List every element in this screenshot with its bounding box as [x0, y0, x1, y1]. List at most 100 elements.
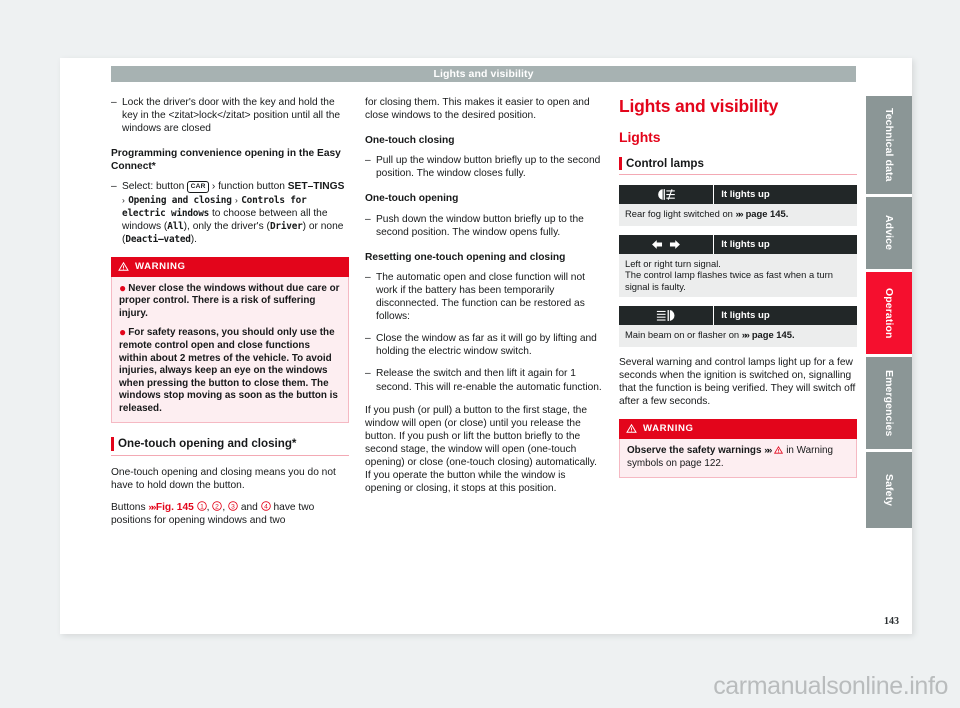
column-left: – Lock the driver's door with the key an…: [111, 96, 349, 527]
list-item-reset-1: – The automatic open and close function …: [365, 271, 603, 323]
para-one-touch-intro: One-touch opening and closing means you …: [111, 466, 336, 491]
table-row-rear-fog-light: It lights up Rear fog light switched on …: [619, 185, 857, 226]
select-text-6: ), only the driver's (: [183, 220, 270, 232]
column-right: Lights and visibility Lights Control lam…: [619, 96, 857, 490]
select-text-4: ›: [232, 194, 241, 205]
warning-bullet-1-text: Never close the windows without due care…: [119, 282, 340, 319]
svg-text:2: 2: [215, 504, 219, 511]
dash-marker: –: [365, 333, 371, 345]
lamp-desc-b: page 145.: [742, 208, 789, 220]
select-text-2: › function button: [209, 181, 288, 193]
turn-signal-icon: [619, 234, 715, 254]
list-item-lock-door: – Lock the driver's door with the key an…: [111, 96, 349, 135]
callout-3: 3: [228, 501, 238, 513]
lamp-row-header: It lights up: [619, 306, 857, 326]
table-row-main-beam: It lights up Main beam on or flasher on …: [619, 306, 857, 348]
tab-advice[interactable]: Advice: [866, 197, 912, 269]
svg-text:3: 3: [231, 504, 235, 511]
lamp-row-header: It lights up: [619, 234, 857, 254]
callout-4: 4: [260, 501, 271, 513]
svg-text:1: 1: [200, 504, 204, 511]
warning-box-body: Observe the safety warnings »» in Warnin…: [619, 439, 857, 479]
option-driver: Driver: [269, 220, 303, 232]
warning-box-safety: WARNING Observe the safety warnings »» i…: [619, 419, 857, 479]
dash-marker: –: [365, 271, 371, 283]
lamp-row-header: It lights up: [619, 185, 857, 205]
reset-3-text: Release the switch and then lift it agai…: [376, 368, 602, 393]
safety-warning-text-1: Observe the safety warnings: [627, 445, 765, 457]
heading-resetting-one-touch: Resetting one-touch opening and closing: [365, 251, 566, 263]
reset-2-text: Close the window as far as it will go by…: [376, 333, 597, 358]
para-continued-from-left: for closing them. This makes it easier t…: [365, 97, 590, 122]
warning-bullet-1: ● Never close the windows without due car…: [119, 280, 341, 321]
para-button-stages: If you push (or pull) a button to the fi…: [365, 404, 597, 495]
lamp-description: Main beam on or flasher on »» page 145.: [619, 325, 857, 348]
tab-operation[interactable]: Operation: [866, 272, 912, 354]
select-text-8: ).: [190, 233, 197, 245]
lamp-status-label: It lights up: [721, 310, 770, 322]
bullet-dot: ●: [119, 280, 127, 295]
chevron-reference-icon: »»: [764, 445, 772, 457]
car-button-icon: CAR: [187, 181, 210, 193]
rear-fog-light-icon: [619, 185, 715, 205]
option-deactivated: Deacti–vated: [125, 233, 191, 245]
dash-marker: –: [365, 368, 371, 380]
tab-safety[interactable]: Safety: [866, 452, 912, 528]
table-row-turn-signal: It lights up Left or right turn signal. …: [619, 234, 857, 298]
lock-door-code: <zitat>lock</zitat>: [168, 110, 251, 122]
sep-3: and: [238, 501, 261, 513]
main-beam-icon: [619, 306, 715, 326]
lamp-status-label: It lights up: [721, 189, 770, 201]
running-header: Lights and visibility: [111, 66, 856, 82]
warning-box-header: WARNING: [619, 419, 857, 440]
heading-programming-convenience: Programming convenience opening in the E…: [111, 148, 341, 173]
chevron-reference-icon: »»: [735, 209, 743, 221]
one-touch-closing-text: Pull up the window button briefly up to …: [376, 155, 601, 180]
tab-emergencies[interactable]: Emergencies: [866, 357, 912, 449]
warning-triangle-icon: [118, 261, 129, 271]
lamp-description: Rear fog light switched on »» page 145.: [619, 204, 857, 226]
dash-marker: –: [111, 181, 117, 193]
list-item-one-touch-closing: – Pull up the window button briefly up t…: [365, 154, 603, 180]
opening-closing-label: Opening and closing: [128, 194, 232, 206]
warning-box-title: WARNING: [643, 423, 694, 435]
section-title-lights: Lights: [619, 129, 661, 145]
one-touch-opening-text: Push down the window button briefly up t…: [376, 213, 584, 238]
list-item-reset-3: – Release the switch and then lift it ag…: [365, 367, 603, 393]
heading-control-lamps: Control lamps: [619, 157, 857, 176]
heading-one-touch-opening: One-touch opening: [365, 193, 459, 205]
list-item-reset-2: – Close the window as far as it will go …: [365, 332, 603, 358]
warning-triangle-icon: [626, 424, 637, 434]
para-control-lamps-info: Several warning and control lamps light …: [619, 357, 856, 408]
dash-marker: –: [365, 213, 371, 225]
page-title: Lights and visibility: [619, 96, 779, 116]
warning-box-header: WARNING: [111, 256, 349, 277]
para-buttons-reference: Buttons »» Fig. 145 1, 2, 3 and 4 have tw…: [111, 501, 349, 527]
list-item-select-path: – Select: button CAR › function button S…: [111, 180, 349, 245]
tab-technical-data[interactable]: Technical data: [866, 96, 912, 194]
select-text-1: Select: button: [122, 181, 188, 193]
lamp-desc-b: page 145.: [749, 329, 795, 341]
callout-2: 2: [212, 501, 223, 513]
svg-text:4: 4: [264, 504, 268, 511]
callout-1: 1: [196, 501, 207, 513]
dash-marker: –: [111, 97, 117, 108]
page-number: 143: [884, 616, 899, 627]
lamp-description: Left or right turn signal. The control l…: [619, 253, 857, 298]
option-all: All: [167, 220, 184, 232]
warning-bullet-2: ● For safety reasons, you should only use…: [119, 325, 341, 415]
heading-one-touch-opening-closing: One-touch opening and closing*: [111, 437, 349, 456]
watermark: carmanualsonline.info: [713, 672, 948, 700]
dash-marker: –: [365, 155, 371, 167]
lamp-status-label: It lights up: [721, 238, 770, 250]
figure-reference: Fig. 145: [155, 501, 194, 513]
warning-box-title: WARNING: [135, 260, 186, 272]
chevron-reference-icon: »»: [148, 501, 156, 513]
lamp-desc-a: Rear fog light switched on: [625, 208, 736, 220]
lamp-desc-a: Main beam on or flasher on: [625, 329, 742, 341]
warning-box-body: ● Never close the windows without due car…: [111, 276, 349, 424]
warning-box-windows: WARNING ● Never close the windows without…: [111, 256, 349, 424]
bullet-dot: ●: [119, 325, 127, 340]
column-middle: for closing them. This makes it easier t…: [365, 96, 603, 495]
list-item-one-touch-opening: – Push down the window button briefly up…: [365, 213, 603, 239]
